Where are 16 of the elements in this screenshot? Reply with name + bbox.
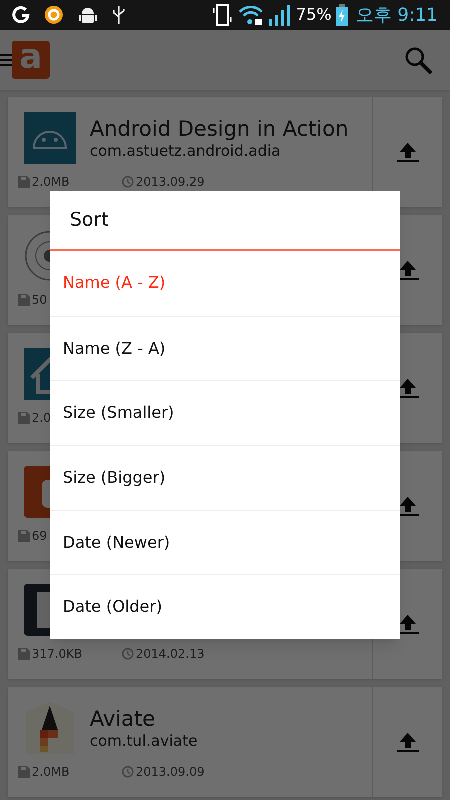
install-date: 2013.09.09	[136, 764, 205, 781]
file-size: 2.0MB	[32, 174, 70, 191]
install-date: 2013.09.29	[136, 174, 205, 191]
package-name: com.tul.aviate	[90, 732, 198, 750]
install-date: 2014.02.13	[136, 646, 205, 663]
app-name: Android Design in Action	[90, 116, 349, 142]
dialog-title: Sort	[70, 208, 109, 233]
app-name: Aviate	[90, 706, 156, 732]
file-size: 2.0	[32, 410, 52, 427]
file-size: 2.0MB	[32, 764, 70, 781]
file-size: 50	[32, 292, 48, 309]
package-name: com.astuetz.android.adia	[90, 142, 282, 160]
file-size: 69	[32, 528, 48, 545]
file-size: 317.0KB	[32, 646, 82, 663]
clock: 오후 9:11	[356, 4, 438, 28]
battery-percent: 75%	[296, 4, 332, 26]
